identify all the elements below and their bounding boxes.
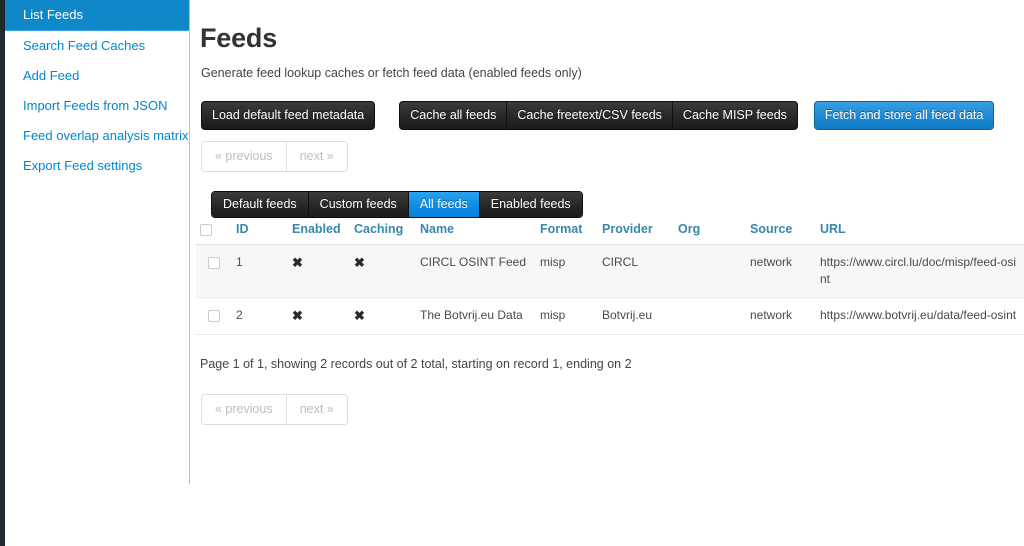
cell-name: CIRCL OSINT Feed [416,244,536,298]
cell-org [674,297,746,335]
cell-source: network [746,297,816,335]
enabled-false-icon: ✖ [292,308,303,323]
next-page-button-bottom[interactable]: next » [286,395,347,424]
cell-enabled: ✖ [288,297,350,335]
sidebar-item-feed-overlap-analysis-matrix[interactable]: Feed overlap analysis matrix [5,121,189,151]
tab-default-feeds[interactable]: Default feeds [212,192,309,217]
cell-enabled: ✖ [288,244,350,298]
previous-page-button-bottom[interactable]: « previous [202,395,287,424]
feeds-table-wrapper: ID Enabled Caching Name Format Provider … [196,218,1024,335]
cell-id: 2 [232,297,288,335]
cell-caching: ✖ [350,244,416,298]
caching-false-icon: ✖ [354,255,365,270]
cell-caching: ✖ [350,297,416,335]
load-default-feed-metadata-button[interactable]: Load default feed metadata [201,101,376,130]
sidebar-item-search-feed-caches[interactable]: Search Feed Caches [5,31,189,61]
enabled-false-icon: ✖ [292,255,303,270]
feeds-table-head: ID Enabled Caching Name Format Provider … [196,218,1024,245]
column-header-source[interactable]: Source [746,218,816,245]
cell-url: https://www.circl.lu/doc/misp/feed-osint [816,244,1024,298]
page-subtitle: Generate feed lookup caches or fetch fee… [201,66,582,80]
select-all-checkbox[interactable] [200,223,212,236]
column-header-org[interactable]: Org [674,218,746,245]
cache-misp-feeds-button[interactable]: Cache MISP feeds [672,101,798,130]
row-select-cell [196,244,232,298]
feeds-table: ID Enabled Caching Name Format Provider … [196,218,1024,335]
row-select-checkbox[interactable] [208,256,220,269]
feed-filter-tabs: Default feeds Custom feeds All feeds Ena… [211,191,583,218]
cell-url: https://www.botvrij.eu/data/feed-osint [816,297,1024,335]
sidebar-item-export-feed-settings[interactable]: Export Feed settings [5,151,189,181]
cache-button-group: Cache all feeds Cache freetext/CSV feeds… [399,101,798,130]
cache-all-feeds-button[interactable]: Cache all feeds [399,101,508,130]
table-row[interactable]: 2 ✖ ✖ The Botvrij.eu Data misp Botvrij.e… [196,297,1024,335]
row-select-checkbox[interactable] [208,309,220,322]
column-select-all [196,218,232,245]
feeds-table-body: 1 ✖ ✖ CIRCL OSINT Feed misp CIRCL networ… [196,244,1024,335]
pagination-bottom: « previous next » [201,394,348,425]
row-select-cell [196,297,232,335]
previous-page-button-top[interactable]: « previous [202,142,287,171]
cell-name: The Botvrij.eu Data [416,297,536,335]
action-toolbar: Load default feed metadata Cache all fee… [201,101,995,130]
column-header-provider[interactable]: Provider [598,218,674,245]
cell-format: misp [536,297,598,335]
cell-provider: Botvrij.eu [598,297,674,335]
cell-format: misp [536,244,598,298]
cell-id: 1 [232,244,288,298]
column-header-format[interactable]: Format [536,218,598,245]
cell-provider: CIRCL [598,244,674,298]
next-page-button-top[interactable]: next » [286,142,347,171]
column-header-name[interactable]: Name [416,218,536,245]
sidebar-item-list-feeds[interactable]: List Feeds [5,0,189,31]
page-root: List Feeds Search Feed Caches Add Feed I… [0,0,1024,546]
cache-freetext-csv-feeds-button[interactable]: Cache freetext/CSV feeds [507,101,673,130]
cell-source: network [746,244,816,298]
column-header-id[interactable]: ID [232,218,288,245]
table-row[interactable]: 1 ✖ ✖ CIRCL OSINT Feed misp CIRCL networ… [196,244,1024,298]
tab-enabled-feeds[interactable]: Enabled feeds [479,192,582,217]
records-summary: Page 1 of 1, showing 2 records out of 2 … [200,357,632,371]
caching-false-icon: ✖ [354,308,365,323]
tab-all-feeds[interactable]: All feeds [408,192,480,217]
table-header-row: ID Enabled Caching Name Format Provider … [196,218,1024,245]
main-content: Feeds Generate feed lookup caches or fet… [191,0,1024,546]
page-title: Feeds [200,23,278,53]
pagination-top: « previous next » [201,141,348,172]
column-header-enabled[interactable]: Enabled [288,218,350,245]
column-header-caching[interactable]: Caching [350,218,416,245]
sidebar-item-import-feeds-from-json[interactable]: Import Feeds from JSON [5,91,189,121]
tab-custom-feeds[interactable]: Custom feeds [308,192,409,217]
sidebar-item-add-feed[interactable]: Add Feed [5,61,189,91]
fetch-and-store-all-feed-data-button[interactable]: Fetch and store all feed data [813,101,995,130]
column-header-url[interactable]: URL [816,218,1024,245]
sidebar: List Feeds Search Feed Caches Add Feed I… [5,0,190,484]
cell-org [674,244,746,298]
